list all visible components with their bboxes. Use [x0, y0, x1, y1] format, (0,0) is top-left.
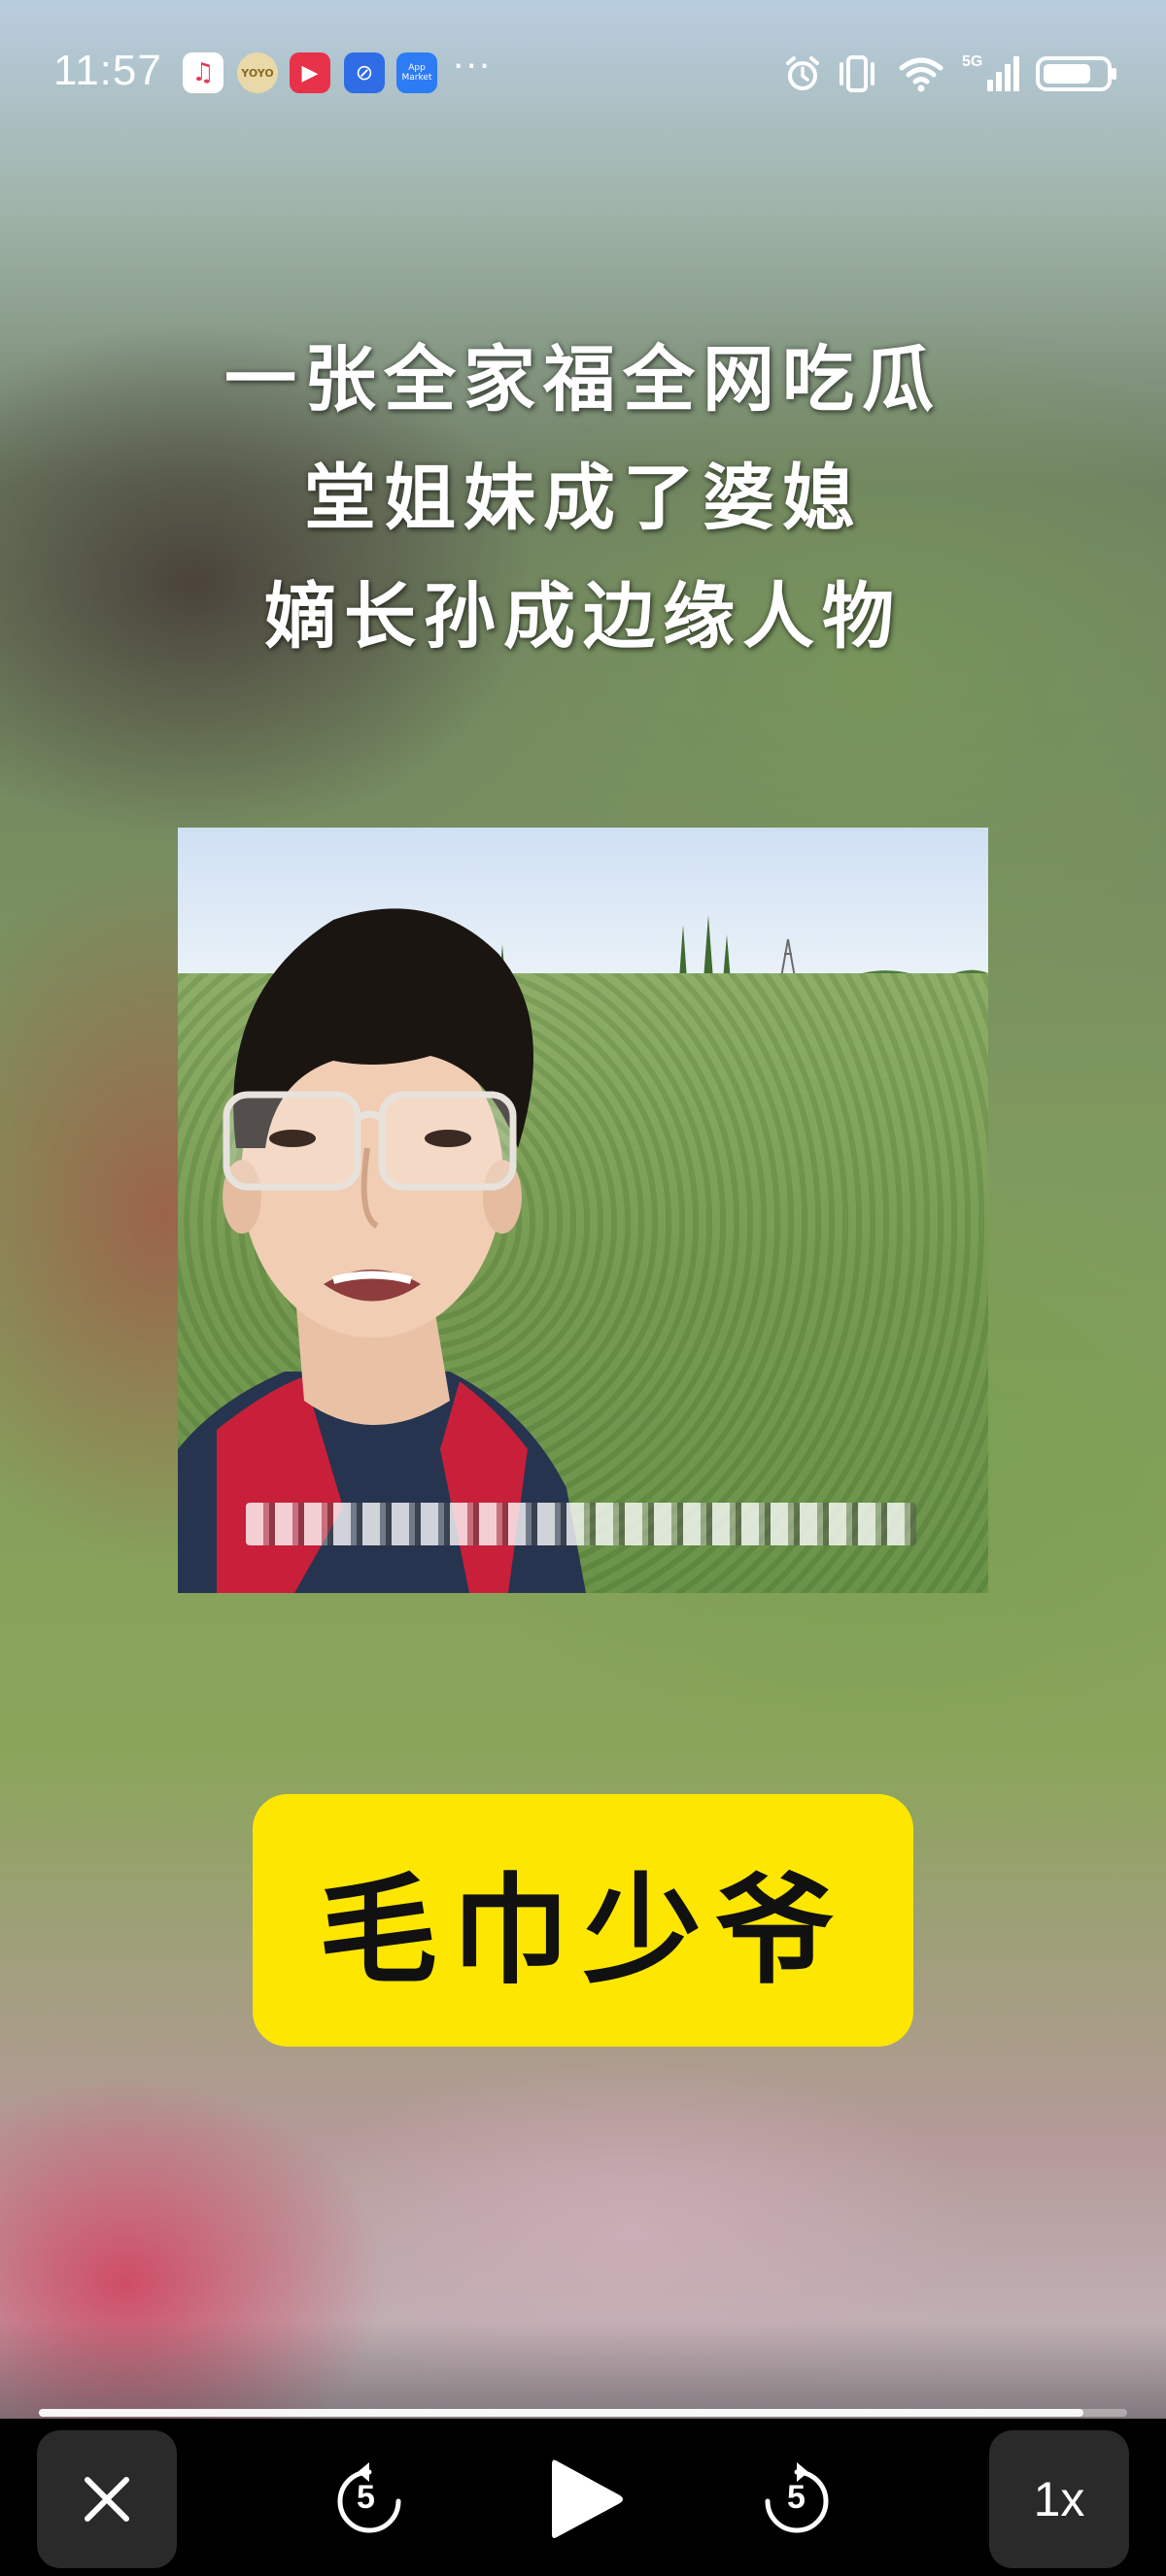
name-tag-text: 毛巾少爷	[319, 1861, 847, 2000]
status-bar: 11:57 ♫ YOYO ▶ ⊘ App Market ··· 5G	[0, 0, 1166, 146]
cellular-signal-icon: 5G	[960, 51, 1022, 99]
video-frame[interactable]	[178, 828, 988, 1593]
forward-seconds: 5	[787, 2479, 806, 2516]
headline-line: 嫡长孙成边缘人物	[264, 575, 902, 659]
alarm-icon	[783, 54, 822, 97]
headline-line: 一张全家福全网吃瓜	[224, 338, 942, 422]
app-market-icon: App Market	[396, 52, 437, 93]
video-player-screen: 11:57 ♫ YOYO ▶ ⊘ App Market ··· 5G 一张全家福…	[0, 0, 1166, 2576]
close-icon	[85, 2477, 129, 2522]
progress-fill	[39, 2409, 1084, 2417]
battery-icon	[1036, 56, 1119, 95]
play-button[interactable]	[525, 2436, 647, 2562]
play-icon	[552, 2459, 623, 2538]
presenter-figure	[178, 908, 586, 1593]
name-tag: 毛巾少爷	[253, 1794, 913, 2047]
headline-line: 堂姐妹成了婆媳	[304, 457, 862, 540]
forward-5-button[interactable]: 5	[738, 2438, 855, 2560]
vibrate-icon	[836, 54, 878, 97]
close-button[interactable]	[37, 2430, 177, 2568]
rewind-seconds: 5	[357, 2479, 375, 2516]
more-notifications-icon: ···	[453, 47, 493, 86]
progress-bar[interactable]	[39, 2409, 1127, 2417]
blurred-caption	[246, 1503, 916, 1545]
rewind-5-button[interactable]: 5	[311, 2438, 428, 2560]
status-time: 11:57	[53, 47, 162, 94]
music-app-icon: ♫	[183, 52, 223, 93]
svg-text:5G: 5G	[962, 53, 982, 70]
yoyo-app-icon: YOYO	[237, 52, 278, 93]
wifi-icon	[898, 54, 944, 97]
video-app-icon: ▶	[290, 52, 330, 93]
bottom-gradient	[0, 2322, 1166, 2419]
video-headline: 一张全家福全网吃瓜 堂姐妹成了婆媳 嫡长孙成边缘人物	[0, 321, 1166, 676]
browser-app-icon: ⊘	[344, 52, 385, 93]
playback-speed-button[interactable]: 1x	[989, 2430, 1129, 2568]
